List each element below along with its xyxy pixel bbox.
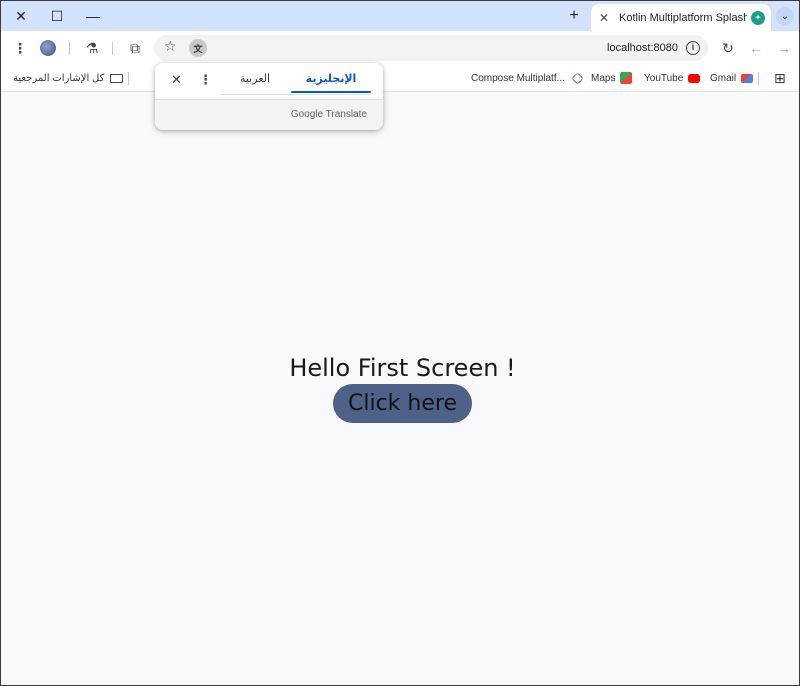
menu-button[interactable]: ⋮ [8,36,32,60]
flask-icon: ⚗ [85,39,99,56]
close-icon: ✕ [15,7,27,24]
bookmark-maps[interactable]: Maps [591,64,633,92]
back-button[interactable]: ← [744,36,768,60]
folder-icon [110,73,124,83]
gmail-icon [741,73,754,83]
extensions-button[interactable]: ⧉ [123,36,147,60]
browser-window: ✕ ☐ — + ✕ Kotlin Multiplatform Splash Sc… [0,0,800,686]
bookmarks-bar: كل الإشارات المرجعية Compose Multiplatf.… [1,64,799,92]
active-tab-indicator [291,91,371,93]
brand-translate: Translate [325,109,367,120]
tab-divider [221,94,371,95]
brand-google: Google [290,109,324,120]
bookmark-label: Gmail [710,72,737,84]
translate-popup-header: ✕ ⋮ العربية الإنجليزية [155,63,383,99]
plus-icon: + [569,7,579,24]
arrow-left-icon: ← [749,40,763,56]
bookmark-youtube[interactable]: YouTube [644,64,701,92]
bookmark-label: Maps [591,72,616,84]
apps-grid-icon: ⊞ [774,69,786,86]
minimize-icon: — [86,8,100,24]
url-text[interactable]: localhost:8080 [607,35,678,61]
close-icon[interactable]: ✕ [171,72,182,88]
translate-icon[interactable]: 文 [189,39,207,57]
compose-icon [571,71,584,85]
maps-icon [620,72,633,84]
favicon-icon: ✦ [751,10,765,25]
star-icon[interactable]: ☆ [164,38,177,55]
bookmark-gmail[interactable]: Gmail [710,64,754,92]
tab-close-icon[interactable]: ✕ [597,11,611,25]
youtube-icon [688,73,701,83]
tab-search-button[interactable]: ⌄ [776,7,794,25]
click-here-button[interactable]: Click here [333,384,472,423]
bookmark-compose[interactable]: Compose Multiplatf... [471,64,584,92]
page-heading: Hello First Screen ! [289,354,516,382]
toolbar-divider [69,42,70,55]
window-maximize-button[interactable]: ☐ [39,1,75,31]
google-translate-logo: Google Translate [291,109,367,120]
bookmarks-divider [758,72,759,85]
window-close-button[interactable]: ✕ [3,1,39,31]
site-info-icon[interactable]: i [686,41,700,55]
bookmark-label: Compose Multiplatf... [471,72,565,84]
tab-source-language[interactable]: العربية [221,63,289,95]
all-bookmarks-button[interactable]: كل الإشارات المرجعية [13,64,124,92]
chevron-down-icon: ⌄ [780,10,790,22]
forward-button[interactable]: → [772,36,796,60]
translate-popup: ✕ ⋮ العربية الإنجليزية Google Translate [155,63,383,130]
avatar [40,40,56,56]
apps-button[interactable]: ⊞ [774,64,786,92]
tab-title: Kotlin Multiplatform Splash Scre [619,11,747,24]
reload-button[interactable]: ↻ [716,36,740,60]
more-vert-icon: ⋮ [13,39,27,56]
new-tab-button[interactable]: + [556,1,592,31]
arrow-right-icon: → [777,40,791,56]
reload-icon: ↻ [722,39,734,56]
window-minimize-button[interactable]: — [75,1,111,31]
maximize-icon: ☐ [50,7,64,24]
all-bookmarks-label: كل الإشارات المرجعية [13,72,105,84]
toolbar-divider [112,42,113,55]
tab-strip: ✕ ☐ — + ✕ Kotlin Multiplatform Splash Sc… [1,1,799,31]
translate-popup-footer: Google Translate [155,99,383,130]
address-bar[interactable]: ☆ 文 localhost:8080 i [154,35,708,61]
page-content: Hello First Screen ! Click here [1,93,799,685]
toolbar: ⋮ ⚗ ⧉ ☆ 文 localhost:8080 i ↻ ← → [1,31,799,64]
bookmarks-divider [128,72,129,85]
tab-active[interactable]: ✕ Kotlin Multiplatform Splash Scre ✦ [591,4,771,31]
more-vert-icon[interactable]: ⋮ [199,72,212,88]
puzzle-icon: ⧉ [130,39,140,56]
labs-button[interactable]: ⚗ [80,36,104,60]
bookmark-label: YouTube [644,72,684,84]
profile-button[interactable] [36,36,60,60]
